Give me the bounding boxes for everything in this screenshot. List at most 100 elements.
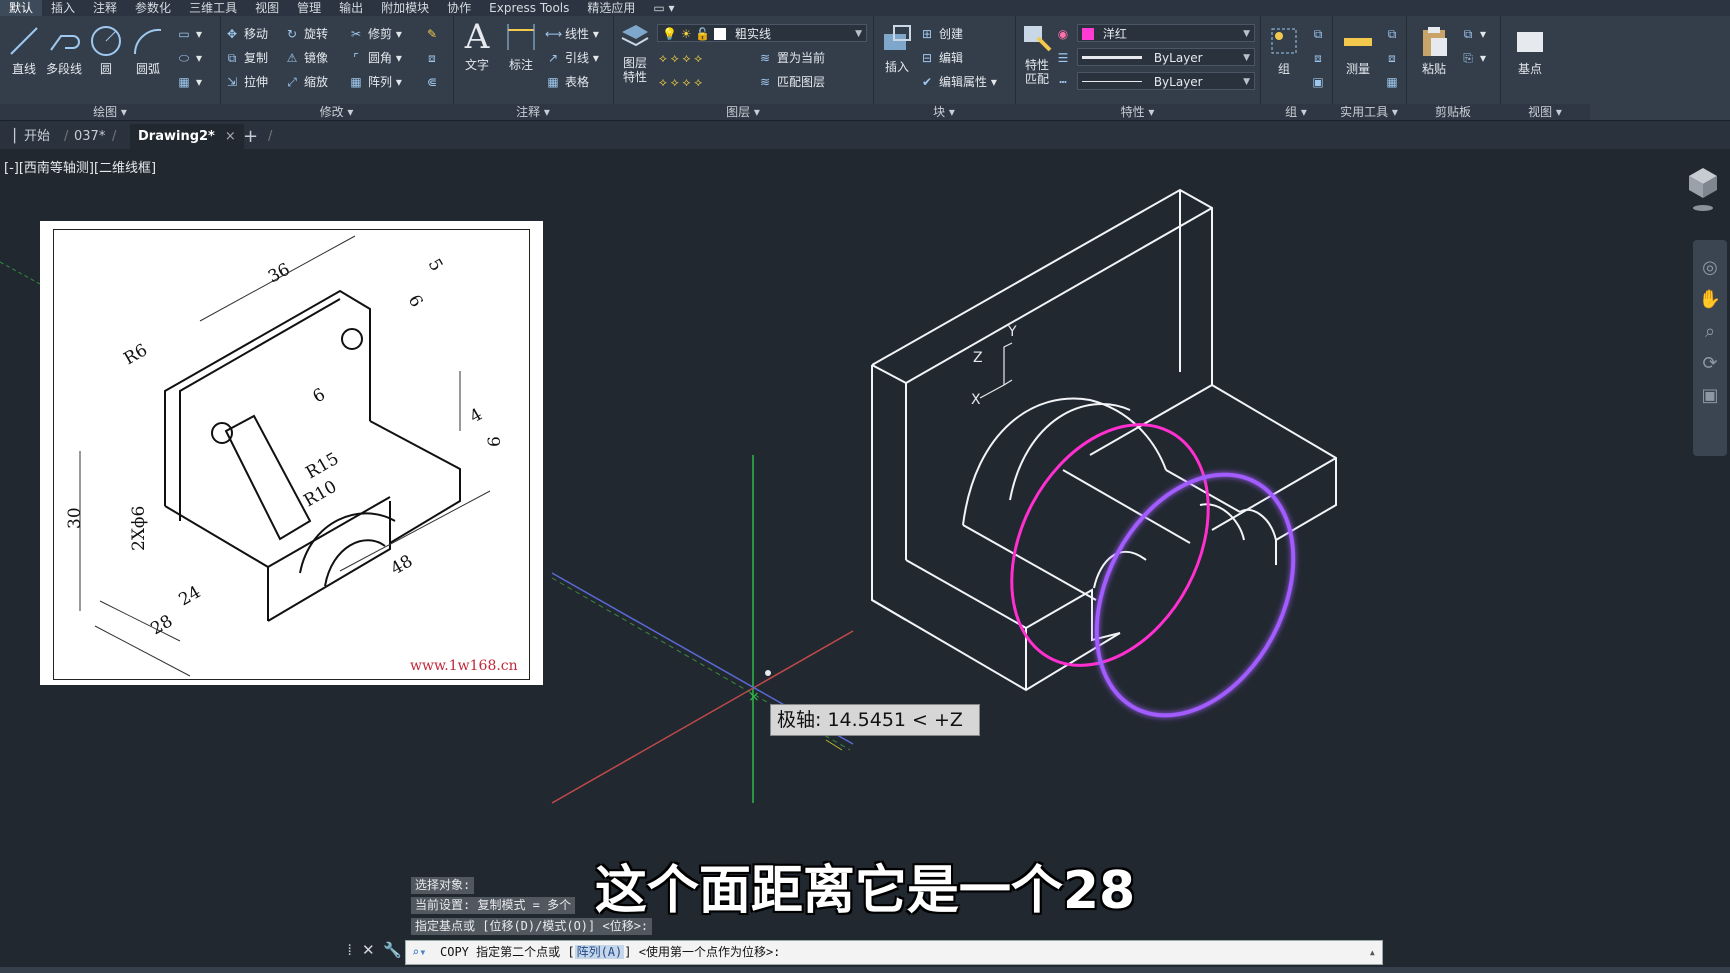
lineweight-dropdown[interactable]: ByLayer ▼ [1077, 48, 1255, 66]
panel-properties-title[interactable]: 特性 ▾ [1015, 104, 1260, 120]
panel-view-title[interactable]: 视图 ▾ [1500, 104, 1590, 120]
menu-default[interactable]: 默认 [0, 0, 43, 16]
edit-block-button[interactable]: ⊟ 编辑 [919, 48, 963, 68]
tab-037[interactable]: 037* [74, 126, 105, 148]
reference-drawing-image[interactable]: 36 5 R6 6 6 4 6 30 2Xϕ6 R15 R10 24 28 48… [40, 221, 543, 685]
rotate-icon: ↻ [286, 27, 298, 41]
edit-attributes-button[interactable]: ✔ 编辑属性 ▾ [919, 72, 997, 92]
command-grip-icon[interactable]: ⦙ [348, 941, 351, 963]
command-line-input[interactable]: ⌕▾ COPY 指定第二个点或 [阵列(A)] <使用第一个点作为位移>: ▴ [405, 940, 1383, 965]
group-edit-icon[interactable]: ⧈ [1310, 48, 1330, 68]
quick-select-icon[interactable]: ⧉ [1384, 24, 1404, 44]
group-button[interactable]: 组 [1262, 24, 1306, 77]
menu-parametric[interactable]: 参数化 [126, 0, 180, 16]
calculator-icon[interactable]: ▦ [1384, 72, 1404, 92]
panel-modify-title[interactable]: 修改 ▾ [220, 104, 453, 120]
tab-start[interactable]: 开始 [24, 126, 50, 148]
navigation-bar[interactable]: ◎ ✋ ⌕ ⟳ ▣ [1693, 240, 1727, 456]
pan-icon[interactable]: ✋ [1693, 284, 1727, 316]
menu-annotate[interactable]: 注释 [84, 0, 126, 16]
trim-button[interactable]: ✂ 修剪 ▾ [348, 24, 402, 44]
ellipse-icon[interactable]: ⬭ ▾ [176, 48, 202, 68]
hatch-icon[interactable]: ▦ ▾ [176, 72, 202, 92]
steering-wheel-icon[interactable]: ◎ [1693, 252, 1727, 284]
menu-3d-tools[interactable]: 三维工具 [180, 0, 246, 16]
menu-manage[interactable]: 管理 [288, 0, 330, 16]
leader-button[interactable]: ↗ 引线 ▾ [545, 48, 599, 68]
erase-icon[interactable]: ✎ [424, 24, 444, 44]
panel-utilities-title[interactable]: 实用工具 ▾ [1332, 104, 1406, 120]
polyline-button[interactable]: 多段线 [42, 24, 86, 77]
group-select-icon[interactable]: ▣ [1310, 72, 1330, 92]
circle-button[interactable]: 圆 [84, 24, 128, 77]
panel-groups-title[interactable]: 组 ▾ [1260, 104, 1332, 120]
panel-clipboard-title[interactable]: 剪贴板 [1406, 104, 1500, 120]
menu-view[interactable]: 视图 [246, 0, 288, 16]
command-history-line: 选择对象: [411, 877, 475, 894]
tab-drawing2[interactable]: Drawing2* × [130, 124, 244, 149]
linear-button[interactable]: ⟷ 线性 ▾ [545, 24, 599, 44]
showmotion-icon[interactable]: ▣ [1693, 380, 1727, 412]
paste-button[interactable]: 粘贴 [1412, 24, 1456, 77]
offset-icon[interactable]: ⋐ [424, 72, 444, 92]
array-button[interactable]: ▦ 阵列 ▾ [348, 72, 402, 92]
dimension-button[interactable]: 标注 [499, 20, 543, 73]
ungroup-icon[interactable]: ⧉ [1310, 24, 1330, 44]
command-recent-icon[interactable]: ⌕▾ [412, 941, 426, 964]
copy-clip-icon[interactable]: ⎘ ▾ [1460, 48, 1486, 68]
viewport-controls[interactable]: [-][西南等轴测][二维线框] [4, 157, 156, 176]
panel-draw-title[interactable]: 绘图 ▾ [0, 104, 220, 120]
select-all-icon[interactable]: ⧈ [1384, 48, 1404, 68]
panel-block-title[interactable]: 块 ▾ [873, 104, 1015, 120]
arc-button[interactable]: 圆弧 [126, 24, 170, 77]
menu-output[interactable]: 输出 [330, 0, 372, 16]
new-tab-button[interactable]: + [243, 126, 258, 148]
viewcube-icon[interactable] [1683, 164, 1723, 214]
close-icon[interactable]: × [225, 129, 236, 144]
line-button[interactable]: 直线 [2, 24, 46, 77]
mirror-button[interactable]: ⚠ 镜像 [284, 48, 328, 68]
measure-button[interactable]: 测量 [1336, 24, 1380, 77]
fillet-button[interactable]: ⌜ 圆角 ▾ [348, 48, 402, 68]
scale-button[interactable]: ⤢ 缩放 [284, 72, 328, 92]
make-current-button[interactable]: ≋ 置为当前 [757, 48, 825, 68]
base-view-button[interactable]: 基点 [1508, 24, 1552, 77]
insert-block-button[interactable]: 插入 [875, 22, 919, 75]
match-layer-button[interactable]: ≋ 匹配图层 [757, 72, 825, 92]
menu-workspace-toggle[interactable]: ▭ ▾ [644, 0, 683, 16]
table-button[interactable]: ▦ 表格 [545, 72, 589, 92]
layer-properties-button[interactable]: 图层 特性 [613, 20, 657, 84]
menu-featured-apps[interactable]: 精选应用 [578, 0, 644, 16]
move-button[interactable]: ✥ 移动 [224, 24, 268, 44]
rotate-button[interactable]: ↻ 旋转 [284, 24, 328, 44]
close-icon[interactable]: ✕ [362, 941, 375, 963]
zoom-icon[interactable]: ⌕ [1693, 316, 1727, 348]
layer-dropdown[interactable]: 💡 ☀ 🔓 粗实线 ▼ [657, 24, 867, 42]
menu-express-tools[interactable]: Express Tools [480, 0, 578, 16]
explode-icon[interactable]: ⧈ [424, 48, 444, 68]
panel-draw: 直线 多段线 圆 圆弧 ▭ ▾ ⬭ ▾ ▦ ▾ 绘图 ▾ [0, 16, 221, 120]
stretch-button[interactable]: ⇲ 拉伸 [224, 72, 268, 92]
create-block-button[interactable]: ⊞ 创建 [919, 24, 963, 44]
rectangle-icon[interactable]: ▭ ▾ [176, 24, 202, 44]
menu-insert[interactable]: 插入 [42, 0, 84, 16]
edit-attributes-icon: ✔ [921, 75, 933, 89]
color-dropdown[interactable]: 洋红 ▼ [1077, 24, 1255, 42]
menu-hamburger-icon[interactable]: ▏ [14, 126, 24, 148]
orbit-icon[interactable]: ⟳ [1693, 348, 1727, 380]
cut-icon[interactable]: ⧉ ▾ [1460, 24, 1486, 44]
array-option-link[interactable]: 阵列(A) [574, 945, 625, 959]
wrench-icon[interactable]: 🔧 [383, 941, 402, 963]
linetype-dropdown[interactable]: ByLayer ▼ [1077, 72, 1255, 90]
chevron-up-icon[interactable]: ▴ [1369, 941, 1376, 964]
panel-layers-title[interactable]: 图层 ▾ [613, 104, 873, 120]
menu-addins[interactable]: 附加模块 [372, 0, 438, 16]
layer-tools-row1-icons[interactable]: ⟡ ⟡ ⟡ ⟡ [659, 48, 702, 68]
color-wheel-icon[interactable]: ◉ [1055, 24, 1075, 44]
text-button[interactable]: A 文字 [455, 20, 499, 73]
match-properties-button[interactable]: 特性 匹配 [1015, 22, 1059, 86]
copy-button[interactable]: ⧉ 复制 [224, 48, 268, 68]
menu-collaborate[interactable]: 协作 [438, 0, 480, 16]
layer-tools-row2-icons[interactable]: ⟡ ⟡ ⟡ ⟡ [659, 72, 702, 92]
panel-annotation-title[interactable]: 注释 ▾ [453, 104, 613, 120]
